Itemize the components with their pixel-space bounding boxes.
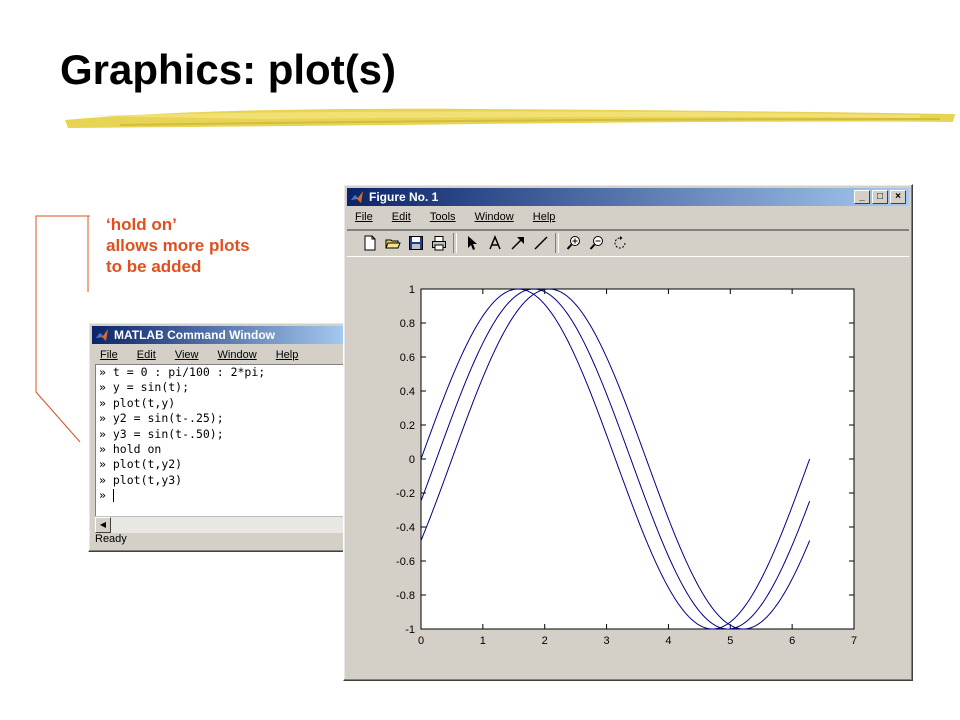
- command-text-area[interactable]: » t = 0 : pi/100 : 2*pi; » y = sin(t); »…: [95, 364, 348, 517]
- command-prompt-line[interactable]: »: [96, 488, 348, 503]
- y-tick-label: 0.4: [400, 386, 415, 398]
- command-line: » plot(t,y2): [99, 457, 183, 472]
- figure-window: Figure No. 1 _ □ × File Edit Tools Window …: [343, 184, 913, 681]
- slide-title: Graphics: plot(s): [60, 46, 397, 93]
- command-line: » t = 0 : pi/100 : 2*pi;: [99, 365, 266, 379]
- title-underline-brush: [65, 108, 955, 128]
- y-tick-label: 1: [409, 284, 415, 296]
- x-tick-label: 0: [418, 635, 424, 647]
- y-tick-label: -0.6: [396, 556, 415, 568]
- x-tick-label: 6: [789, 635, 795, 647]
- text-cursor: [112, 489, 114, 503]
- command-window-title: MATLAB Command Window: [114, 328, 275, 342]
- y-tick-label: -0.4: [396, 522, 415, 534]
- menu-file[interactable]: File: [96, 346, 122, 364]
- x-tick-label: 2: [542, 635, 548, 647]
- menu-help[interactable]: Help: [272, 346, 303, 364]
- command-line: » y = sin(t);: [99, 380, 190, 395]
- command-line: » y2 = sin(t-.25);: [99, 411, 224, 426]
- y-tick-label: 0.6: [400, 352, 415, 364]
- note-line: ‘hold on’: [106, 215, 177, 234]
- menu-view[interactable]: View: [171, 346, 203, 364]
- command-line: » plot(t,y): [99, 395, 176, 410]
- matlab-logo-icon: [96, 329, 108, 341]
- scroll-left-icon[interactable]: ◀: [95, 517, 111, 533]
- y-tick-label: 0.8: [400, 318, 415, 330]
- hold-on-note: ‘hold on’ allows more plots to be added: [106, 214, 250, 277]
- command-line: » hold on: [99, 442, 162, 457]
- command-window-menubar: File Edit View Window Help: [92, 346, 346, 364]
- command-window: MATLAB Command Window File Edit View Win…: [88, 322, 350, 552]
- command-line: » plot(t,y3): [99, 472, 183, 487]
- menu-window[interactable]: Window: [214, 346, 261, 364]
- command-window-titlebar[interactable]: MATLAB Command Window: [92, 326, 346, 344]
- y-tick-label: 0: [409, 454, 415, 466]
- x-tick-label: 5: [727, 635, 733, 647]
- x-tick-label: 3: [604, 635, 610, 647]
- y-tick-label: -1: [405, 624, 415, 636]
- menu-edit[interactable]: Edit: [133, 346, 160, 364]
- x-tick-label: 1: [480, 635, 486, 647]
- x-tick-label: 4: [665, 635, 671, 647]
- plot-area[interactable]: 0 1 2 3 4 5 6 7 -1 -0.8 -0.6 -0.4 -0.2 0 0.2 0.4 0.6 0.8 1: [344, 185, 912, 680]
- note-line: allows more plots: [106, 236, 250, 255]
- y-tick-label: 0.2: [400, 420, 415, 432]
- y-tick-label: -0.2: [396, 488, 415, 500]
- x-tick-label: 7: [851, 635, 857, 647]
- axes-box: [420, 288, 855, 630]
- horizontal-scrollbar[interactable]: ◀: [95, 516, 347, 533]
- note-line: to be added: [106, 257, 202, 276]
- command-line: » y3 = sin(t-.50);: [99, 426, 224, 441]
- status-bar-text: Ready: [95, 533, 127, 545]
- y-tick-label: -0.8: [396, 590, 415, 602]
